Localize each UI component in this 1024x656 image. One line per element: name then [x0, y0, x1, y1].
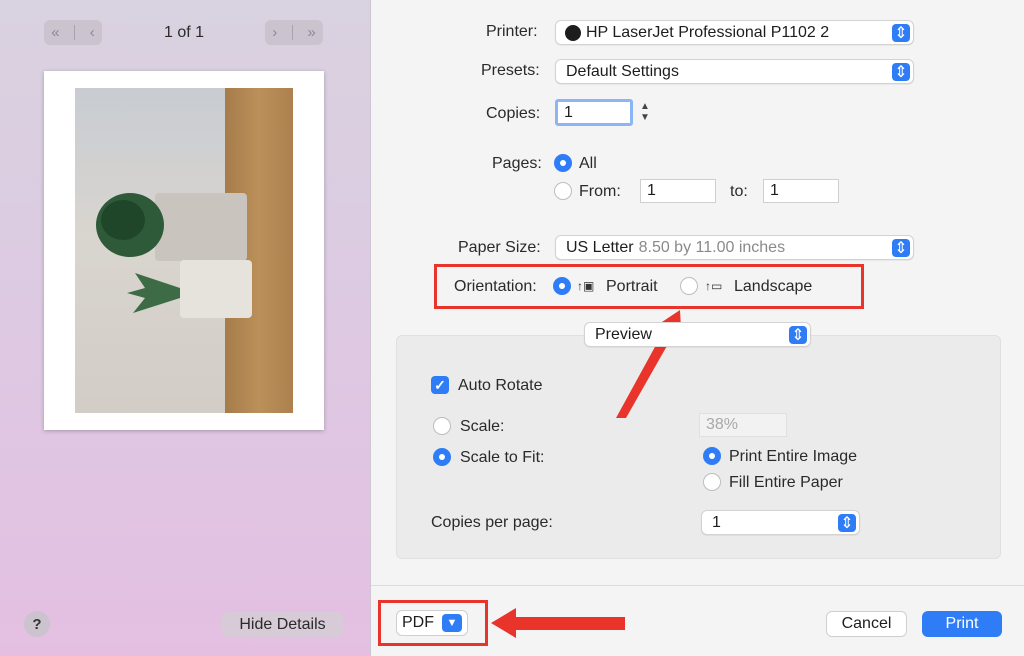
- app-section-value: Preview: [595, 325, 652, 343]
- chevron-updown-icon: ⇕: [789, 326, 807, 344]
- app-section-select[interactable]: Preview ⇕: [584, 322, 811, 347]
- annotation-arrows: [491, 310, 682, 638]
- arrow-to-pdf-icon: [491, 608, 625, 638]
